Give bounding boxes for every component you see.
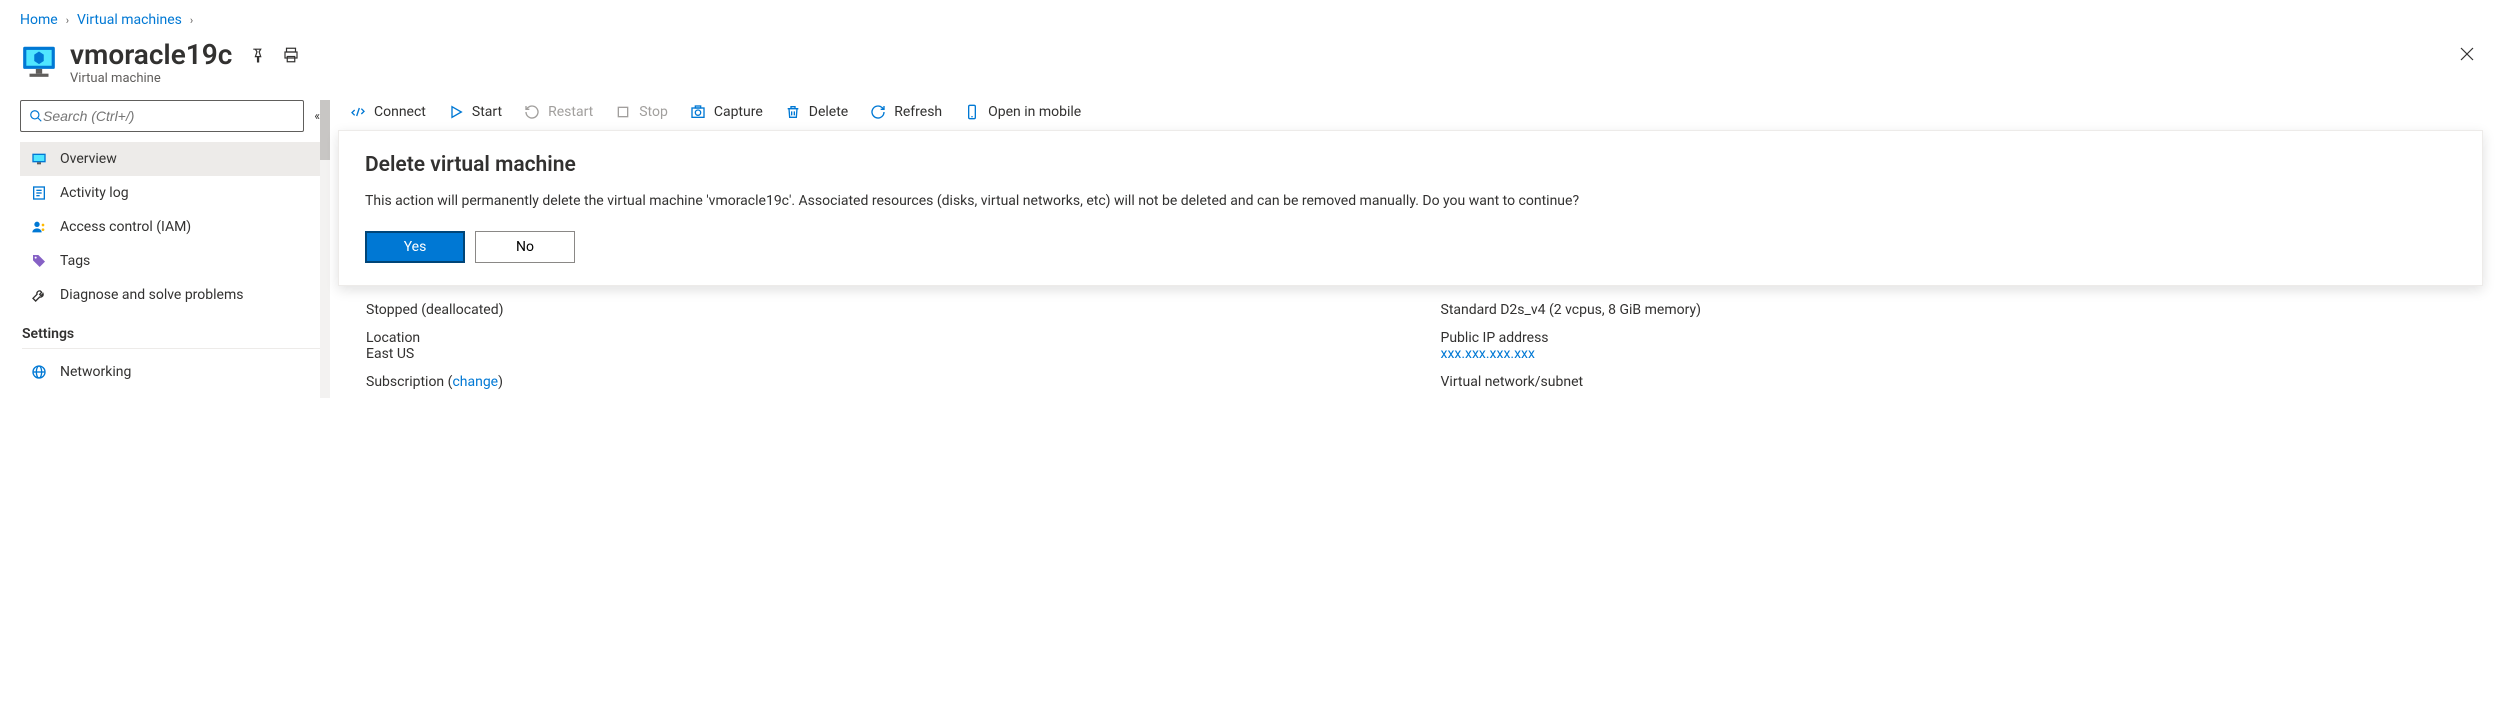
toolbar-label: Stop — [639, 104, 668, 120]
toolbar-label: Open in mobile — [988, 104, 1081, 120]
sidebar-item-access-control[interactable]: Access control (IAM) — [20, 210, 320, 244]
sidebar-item-activity-log[interactable]: Activity log — [20, 176, 320, 210]
dialog-title: Delete virtual machine — [365, 153, 2456, 177]
close-icon[interactable] — [2451, 38, 2483, 75]
sidebar-item-label: Access control (IAM) — [60, 219, 191, 235]
sidebar-item-tags[interactable]: Tags — [20, 244, 320, 278]
toolbar-connect[interactable]: Connect — [350, 104, 426, 120]
toolbar-label: Capture — [714, 104, 763, 120]
sidebar-item-label: Tags — [60, 253, 90, 269]
sidebar-section-settings: Settings — [22, 312, 320, 349]
search-field[interactable] — [43, 108, 295, 124]
toolbar-refresh[interactable]: Refresh — [870, 104, 942, 120]
dialog-body: This action will permanently delete the … — [365, 191, 2456, 213]
sidebar-item-networking[interactable]: Networking — [20, 355, 320, 389]
toolbar-delete[interactable]: Delete — [785, 104, 848, 120]
yes-button[interactable]: Yes — [365, 231, 465, 263]
page-title: vmoracle19c — [70, 38, 232, 71]
toolbar-label: Refresh — [894, 104, 942, 120]
monitor-icon — [30, 150, 48, 168]
toolbar-capture[interactable]: Capture — [690, 104, 763, 120]
toolbar-start[interactable]: Start — [448, 104, 502, 120]
vm-icon — [20, 42, 58, 80]
print-icon[interactable] — [282, 46, 300, 64]
mobile-icon — [964, 104, 980, 120]
sidebar-item-label: Overview — [60, 151, 117, 167]
status-value: Stopped (deallocated) — [366, 302, 1381, 318]
log-icon — [30, 184, 48, 202]
connect-icon — [350, 104, 366, 120]
breadcrumb: Home › Virtual machines › — [20, 12, 2483, 28]
chevron-right-icon: › — [190, 14, 193, 27]
no-button[interactable]: No — [475, 231, 575, 263]
toolbar-restart: Restart — [524, 104, 593, 120]
delete-confirm-dialog: Delete virtual machine This action will … — [338, 130, 2483, 286]
globe-icon — [30, 363, 48, 381]
command-toolbar: Connect Start Restart Stop Capture — [338, 100, 2483, 130]
stop-icon — [615, 104, 631, 120]
tag-icon — [30, 252, 48, 270]
location-value: East US — [366, 346, 1381, 362]
pin-icon[interactable] — [248, 46, 266, 64]
trash-icon — [785, 104, 801, 120]
search-input[interactable] — [20, 100, 304, 132]
public-ip-value[interactable]: xxx.xxx.xxx.xxx — [1441, 346, 2456, 362]
toolbar-label: Connect — [374, 104, 426, 120]
location-label: Location — [366, 330, 1381, 346]
sidebar-item-label: Activity log — [60, 185, 129, 201]
toolbar-stop: Stop — [615, 104, 668, 120]
toolbar-label: Delete — [809, 104, 848, 120]
scrollbar-thumb[interactable] — [320, 100, 330, 160]
restart-icon — [524, 104, 540, 120]
sidebar-item-overview[interactable]: Overview — [20, 142, 320, 176]
breadcrumb-home[interactable]: Home — [20, 12, 58, 28]
subscription-label: Subscription — [366, 374, 444, 390]
breadcrumb-vms[interactable]: Virtual machines — [77, 12, 182, 28]
vnet-label: Virtual network/subnet — [1441, 374, 2456, 390]
sidebar-scrollbar[interactable] — [320, 100, 330, 398]
sidebar-item-diagnose[interactable]: Diagnose and solve problems — [20, 278, 320, 312]
chevron-right-icon: › — [66, 14, 69, 27]
search-icon — [29, 109, 43, 123]
person-icon — [30, 218, 48, 236]
sidebar-item-label: Networking — [60, 364, 131, 380]
subscription-change-link[interactable]: change — [452, 374, 498, 390]
refresh-icon — [870, 104, 886, 120]
toolbar-label: Start — [472, 104, 502, 120]
toolbar-open-mobile[interactable]: Open in mobile — [964, 104, 1081, 120]
size-value: Standard D2s_v4 (2 vcpus, 8 GiB memory) — [1441, 302, 2456, 318]
wrench-icon — [30, 286, 48, 304]
capture-icon — [690, 104, 706, 120]
toolbar-label: Restart — [548, 104, 593, 120]
play-icon — [448, 104, 464, 120]
resource-type-subtitle: Virtual machine — [70, 71, 300, 86]
sidebar-item-label: Diagnose and solve problems — [60, 287, 243, 303]
public-ip-label: Public IP address — [1441, 330, 2456, 346]
